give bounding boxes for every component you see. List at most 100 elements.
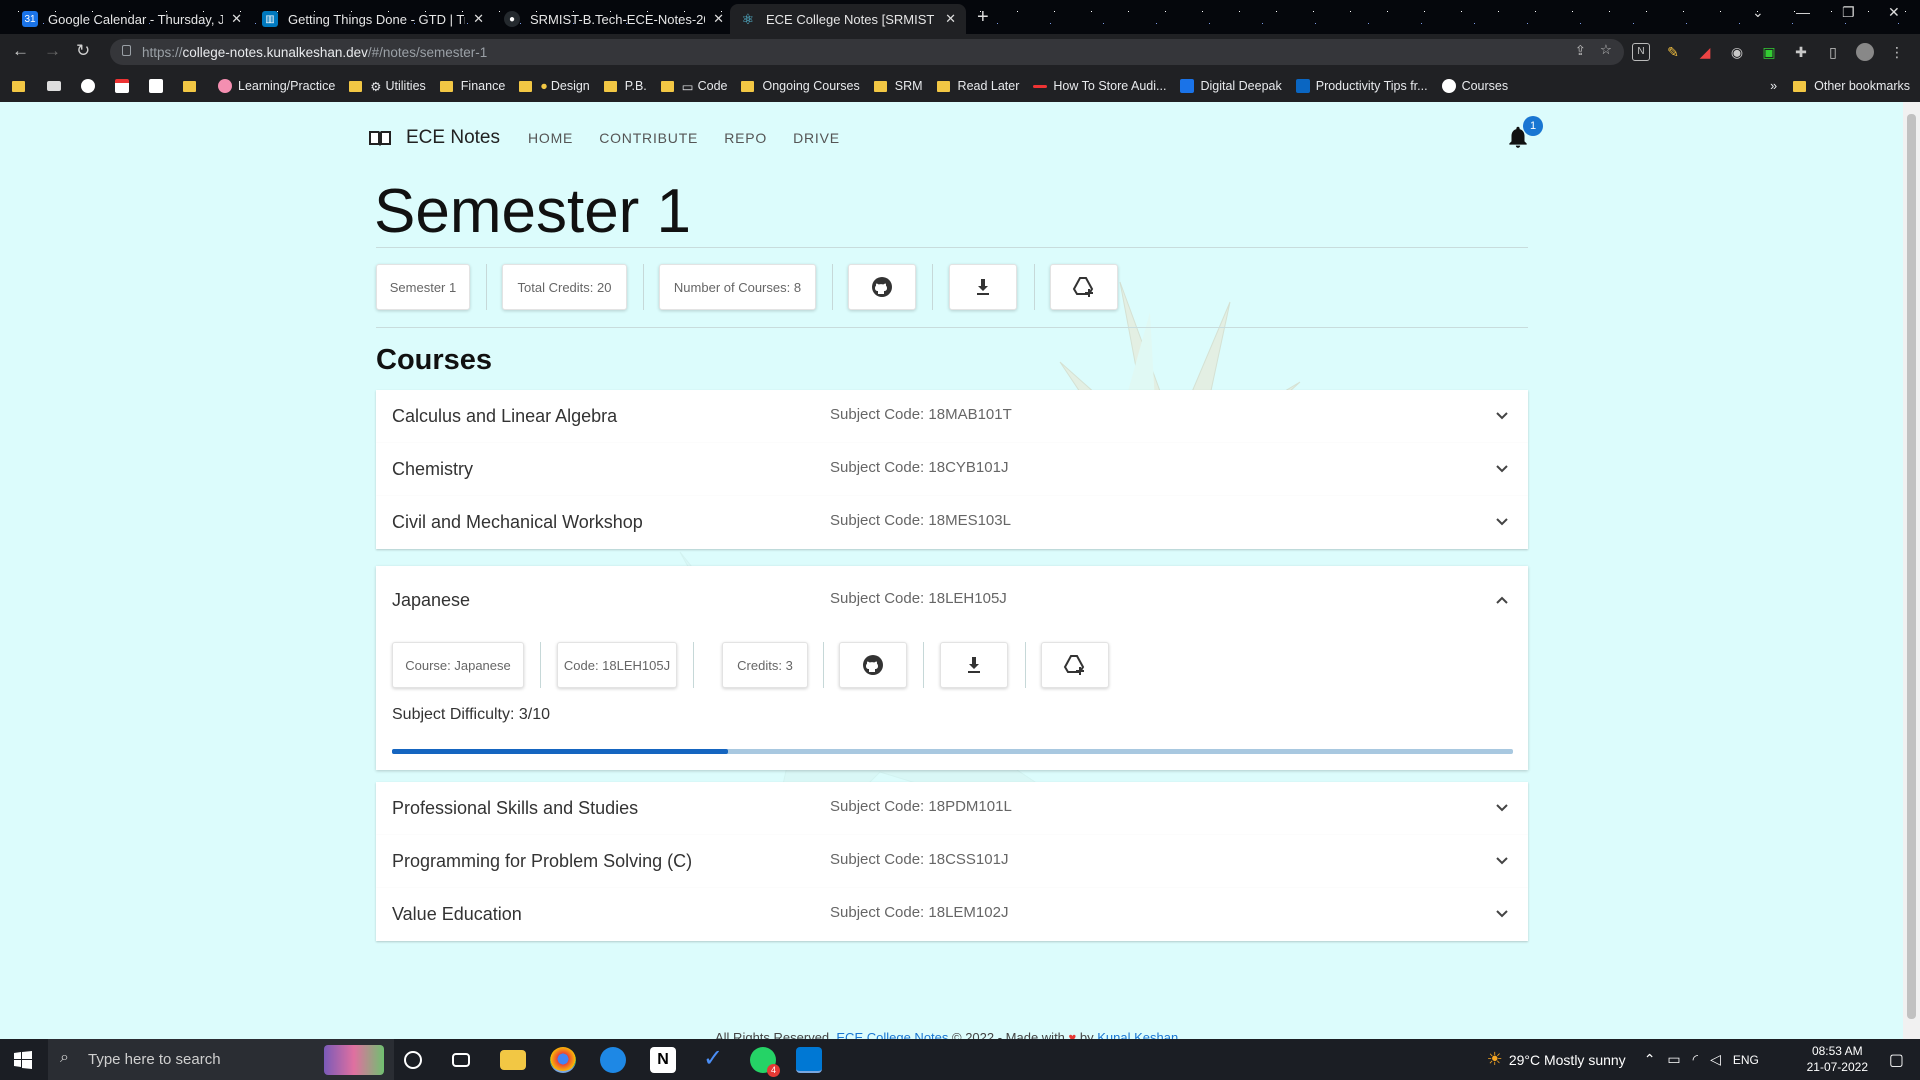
tab-ece-notes[interactable]: ⚛ ECE College Notes [SRMIST | 20... ✕ xyxy=(730,4,966,34)
more-bookmarks-icon[interactable]: » xyxy=(1770,79,1777,93)
chevron-down-icon[interactable] xyxy=(1496,855,1508,867)
clock[interactable]: 08:53 AM 21-07-2022 xyxy=(1807,1043,1868,1075)
bookmark-star-icon[interactable]: ☆ xyxy=(1600,42,1612,58)
chevron-up-icon[interactable]: ⌃ xyxy=(1644,1051,1656,1068)
course-row[interactable]: Calculus and Linear Algebra Subject Code… xyxy=(376,390,1528,443)
course-row[interactable]: Professional Skills and Studies Subject … xyxy=(376,782,1528,835)
weather-text[interactable]: 29°C Mostly sunny xyxy=(1509,1052,1626,1068)
drive-add-button[interactable] xyxy=(1041,642,1109,688)
profile-avatar[interactable] xyxy=(1856,43,1874,61)
bookmark-read-later[interactable]: Read Later xyxy=(936,79,1019,93)
chevron-down-icon[interactable] xyxy=(1496,802,1508,814)
bookmark-design[interactable]: ● Design xyxy=(519,79,590,93)
course-name[interactable]: Japanese xyxy=(392,590,470,611)
nav-home[interactable]: HOME xyxy=(528,130,573,146)
battery-icon[interactable]: ▭ xyxy=(1667,1051,1680,1068)
weather-icon[interactable]: ☀ xyxy=(1487,1049,1503,1070)
eye-extension-icon[interactable]: ◉ xyxy=(1728,43,1746,61)
tab-trello[interactable]: ▥ Getting Things Done - GTD | Trel ✕ xyxy=(252,4,494,34)
extensions-puzzle-icon[interactable]: ✚ xyxy=(1792,43,1810,61)
close-icon[interactable]: ✕ xyxy=(231,11,242,27)
volume-icon[interactable]: ◁ xyxy=(1710,1051,1721,1068)
course-row[interactable]: Programming for Problem Solving (C) Subj… xyxy=(376,835,1528,888)
other-bookmarks[interactable]: » Other bookmarks xyxy=(1770,70,1910,102)
github-button[interactable] xyxy=(848,264,916,310)
course-row[interactable]: Civil and Mechanical Workshop Subject Co… xyxy=(376,496,1528,549)
close-icon[interactable]: ✕ xyxy=(945,11,956,27)
drive-add-button[interactable] xyxy=(1050,264,1118,310)
bookmark-digital-deepak[interactable]: Digital Deepak xyxy=(1180,79,1282,93)
side-panel-icon[interactable]: ▯ xyxy=(1824,43,1842,61)
bookmark-item[interactable] xyxy=(149,79,169,93)
pen-extension-icon[interactable]: ✎ xyxy=(1664,43,1682,61)
bookmark-courses[interactable]: Courses xyxy=(1441,79,1508,93)
bookmark-item[interactable] xyxy=(115,79,135,93)
bookmark-productivity[interactable]: Productivity Tips fr... xyxy=(1295,79,1428,93)
notifications-icon[interactable]: ▢ xyxy=(1889,1050,1904,1070)
bookmark-srm[interactable]: SRM xyxy=(873,79,923,93)
taskbar-search-box[interactable]: ⌕ Type here to search xyxy=(48,1039,394,1080)
bookmark-item[interactable] xyxy=(183,80,204,92)
bookmark-how-to-store[interactable]: How To Store Audi... xyxy=(1033,79,1166,93)
bookmark-code[interactable]: ▭ Code xyxy=(660,79,727,94)
bookmark-utilities[interactable]: ⚙ Utilities xyxy=(349,79,426,94)
language-indicator[interactable]: ENG xyxy=(1733,1053,1759,1067)
wifi-icon[interactable]: ◜ xyxy=(1693,1051,1698,1068)
chevron-down-icon[interactable] xyxy=(1496,410,1508,422)
notion-extension-icon[interactable]: N xyxy=(1632,43,1650,61)
download-button[interactable] xyxy=(949,264,1017,310)
brand-title[interactable]: ECE Notes xyxy=(406,127,500,149)
tab-google-calendar[interactable]: 31 Google Calendar - Thursday, July ✕ xyxy=(12,4,252,34)
browser-menu-icon[interactable]: ⋮ xyxy=(1888,43,1906,61)
vscode-icon[interactable] xyxy=(796,1047,822,1073)
clock-time: 08:53 AM xyxy=(1811,1044,1863,1058)
chrome-icon[interactable] xyxy=(550,1047,576,1073)
footer-site-link[interactable]: ECE College Notes xyxy=(836,1030,948,1039)
task-view-icon[interactable] xyxy=(452,1053,470,1067)
chevron-down-icon[interactable] xyxy=(1496,463,1508,475)
bookmark-ongoing-courses[interactable]: Ongoing Courses xyxy=(741,79,860,93)
back-icon[interactable]: ← xyxy=(12,41,29,61)
page-scrollbar[interactable] xyxy=(1903,102,1920,1039)
bookmark-pb[interactable]: P.B. xyxy=(603,79,647,93)
address-bar[interactable]: https://college-notes.kunalkeshan.dev/#/… xyxy=(110,39,1624,65)
notion-icon[interactable]: N xyxy=(650,1047,676,1073)
share-icon[interactable]: ⇪ xyxy=(1575,43,1586,59)
footer-author-link[interactable]: Kunal Keshan xyxy=(1097,1030,1178,1039)
windows-start-icon[interactable] xyxy=(14,1051,32,1069)
bookmark-item[interactable] xyxy=(81,79,101,93)
nav-contribute[interactable]: CONTRIBUTE xyxy=(599,130,698,146)
new-tab-button[interactable]: + xyxy=(977,6,989,29)
nav-drive[interactable]: DRIVE xyxy=(793,130,840,146)
chevron-up-icon[interactable] xyxy=(1496,594,1508,606)
bookmark-learning[interactable]: Learning/Practice xyxy=(218,79,335,93)
nav-repo[interactable]: REPO xyxy=(724,130,767,146)
app-icon[interactable] xyxy=(600,1047,626,1073)
chevron-down-icon[interactable] xyxy=(1496,516,1508,528)
restore-button[interactable]: ❐ xyxy=(1842,4,1855,21)
extension-icon[interactable]: ◢ xyxy=(1696,43,1714,61)
tab-search-icon[interactable]: ⌄ xyxy=(1752,4,1764,21)
todo-icon[interactable]: ✓ xyxy=(700,1047,726,1073)
course-row[interactable]: Value Education Subject Code: 18LEM102J xyxy=(376,888,1528,941)
cortana-icon[interactable] xyxy=(404,1051,422,1069)
whatsapp-icon[interactable]: 4 xyxy=(750,1047,780,1077)
course-code: Subject Code: 18CYB101J xyxy=(830,459,1009,476)
close-window-button[interactable]: ✕ xyxy=(1888,4,1900,21)
reload-icon[interactable]: ↻ xyxy=(76,41,90,61)
download-button[interactable] xyxy=(940,642,1008,688)
close-icon[interactable]: ✕ xyxy=(713,11,724,27)
editor-extension-icon[interactable]: ▣ xyxy=(1760,43,1778,61)
bookmark-item[interactable] xyxy=(47,81,67,91)
bookmark-finance[interactable]: Finance xyxy=(439,79,505,93)
file-explorer-icon[interactable] xyxy=(500,1050,526,1070)
forward-icon[interactable]: → xyxy=(44,41,61,61)
bookmark-item[interactable] xyxy=(12,80,33,92)
minimize-button[interactable]: — xyxy=(1796,4,1810,20)
close-icon[interactable]: ✕ xyxy=(473,11,484,27)
course-row[interactable]: Chemistry Subject Code: 18CYB101J xyxy=(376,443,1528,496)
chevron-down-icon[interactable] xyxy=(1496,908,1508,920)
github-button[interactable] xyxy=(839,642,907,688)
scrollbar-thumb[interactable] xyxy=(1907,114,1916,1019)
tab-github[interactable]: ● SRMIST-B.Tech-ECE-Notes-2022 ✕ xyxy=(494,4,734,34)
